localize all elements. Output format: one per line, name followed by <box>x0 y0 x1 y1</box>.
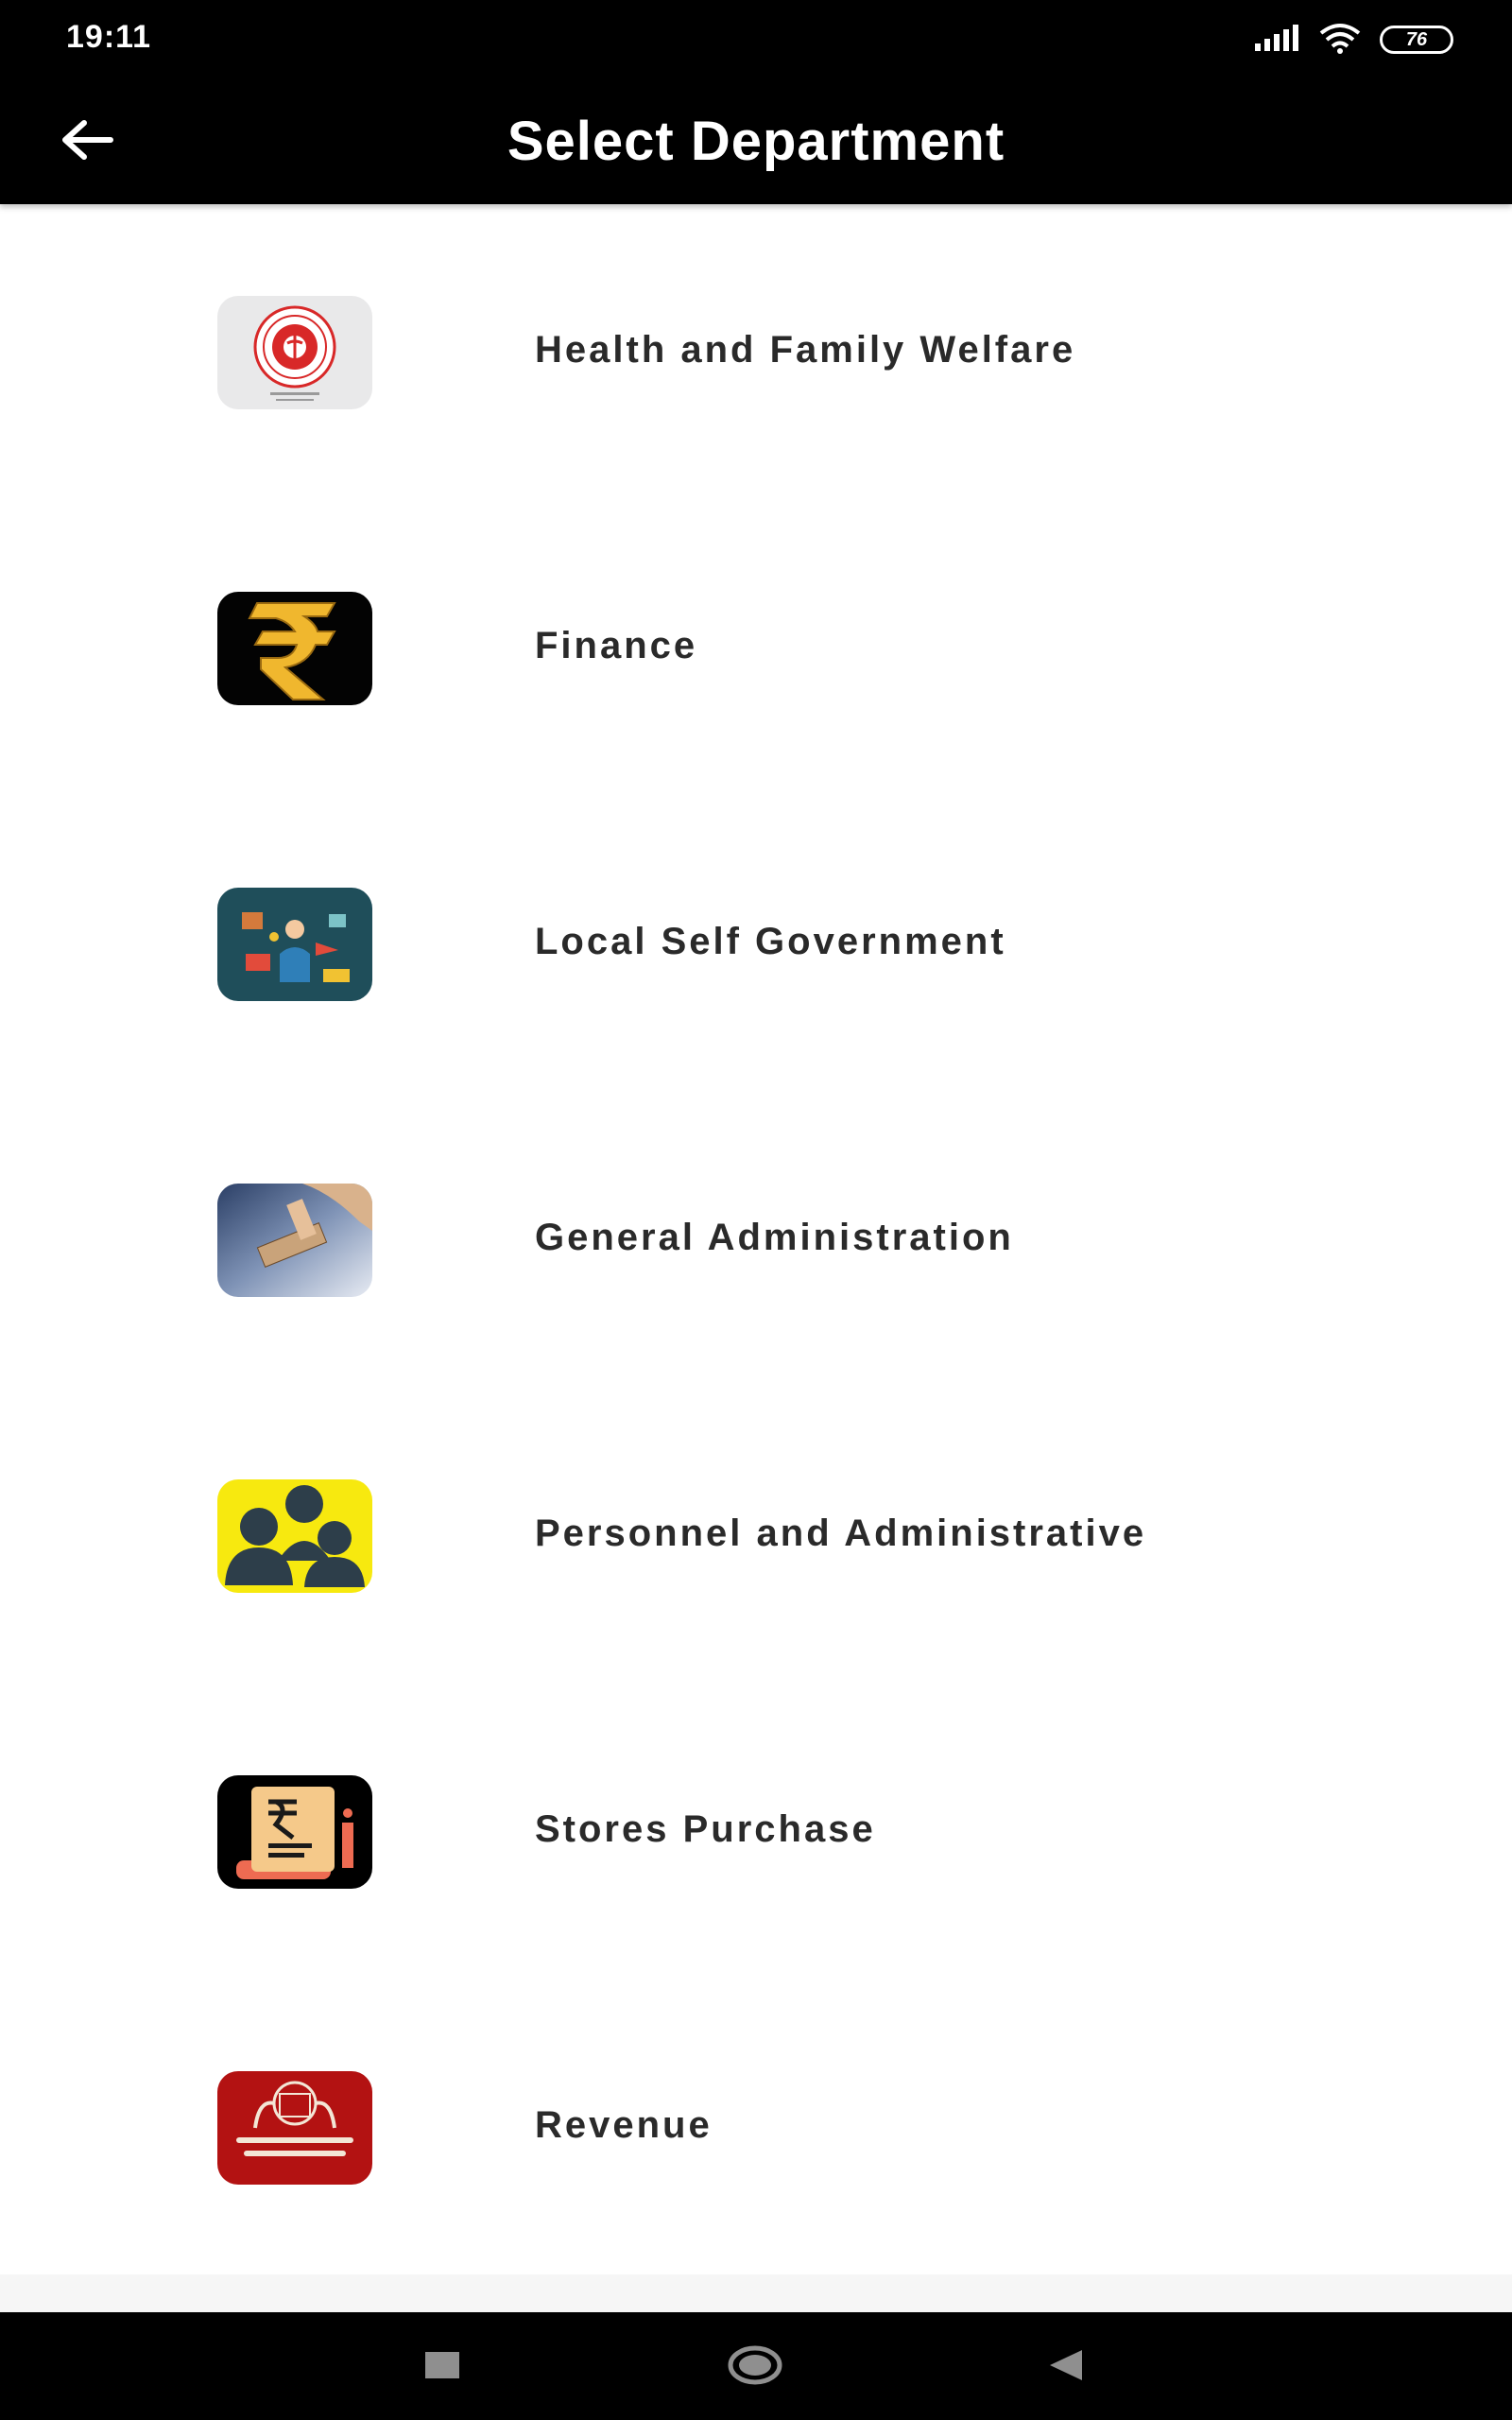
department-item-personnel-administrative[interactable]: Personnel and Administrative <box>0 1388 1512 1684</box>
department-label: Health and Family Welfare <box>535 329 1076 371</box>
health-department-emblem-icon <box>217 296 372 409</box>
department-item-stores-purchase[interactable]: Stores Purchase <box>0 1684 1512 1979</box>
home-circle-icon <box>727 2344 783 2391</box>
rupee-icon <box>217 592 372 705</box>
department-item-health[interactable]: Health and Family Welfare <box>0 204 1512 500</box>
department-label: General Administration <box>535 1217 1014 1258</box>
recents-button[interactable] <box>409 2341 475 2394</box>
app-bar: Select Department <box>0 78 1512 204</box>
department-label: Personnel and Administrative <box>535 1512 1147 1554</box>
department-item-revenue[interactable]: Revenue <box>0 1979 1512 2275</box>
receipt-icon <box>217 1775 372 1889</box>
department-label: Stores Purchase <box>535 1808 876 1850</box>
department-label: Finance <box>535 625 698 666</box>
status-bar: 19:11 76 <box>0 0 1512 78</box>
department-item-local-self-government[interactable]: Local Self Government <box>0 796 1512 1092</box>
department-item-general-administration[interactable]: General Administration <box>0 1092 1512 1388</box>
system-back-button[interactable] <box>1032 2341 1098 2394</box>
status-icons: 76 <box>1253 21 1453 59</box>
navigation-bar <box>0 2312 1512 2420</box>
recents-square-icon <box>423 2350 461 2385</box>
wifi-icon <box>1317 22 1363 59</box>
stamp-icon <box>217 1184 372 1297</box>
list-bottom-strip <box>0 2274 1512 2312</box>
revenue-emblem-icon <box>217 2071 372 2185</box>
home-button[interactable] <box>722 2341 788 2394</box>
back-triangle-icon <box>1046 2348 1084 2387</box>
battery-icon: 76 <box>1380 26 1453 54</box>
local-government-icon <box>217 888 372 1001</box>
department-label: Revenue <box>535 2104 713 2146</box>
department-label: Local Self Government <box>535 921 1006 962</box>
status-time: 19:11 <box>66 19 152 55</box>
department-item-finance[interactable]: Finance <box>0 500 1512 796</box>
department-list: Health and Family Welfare Finance Local … <box>0 204 1512 2274</box>
page-title: Select Department <box>507 111 1005 172</box>
battery-level: 76 <box>1405 28 1428 50</box>
signal-icon <box>1253 24 1300 56</box>
people-icon <box>217 1479 372 1593</box>
